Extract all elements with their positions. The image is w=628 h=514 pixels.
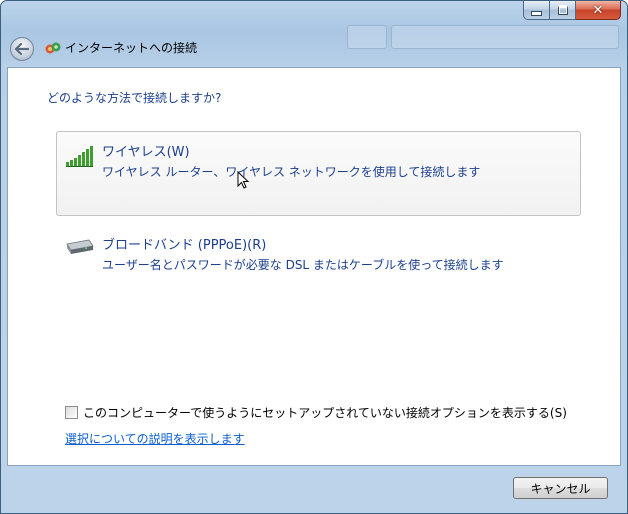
background-window-artifact xyxy=(391,25,619,49)
window-title: インターネットへの接続 xyxy=(65,41,198,55)
checkbox-label: このコンピューターで使うようにセットアップされていない接続オプションを表示する(… xyxy=(83,406,567,420)
maximize-button[interactable] xyxy=(550,1,576,20)
maximize-icon xyxy=(557,5,568,15)
minimize-icon xyxy=(531,10,542,16)
help-link[interactable]: 選択についての説明を表示します xyxy=(65,430,245,447)
back-button[interactable] xyxy=(10,37,34,61)
close-icon: ✕ xyxy=(592,2,604,18)
option-title: ワイヤレス(W) xyxy=(102,145,190,160)
network-connection-icon xyxy=(45,42,61,54)
option-wireless[interactable]: ワイヤレス(W) ワイヤレス ルーター、ワイヤレス ネットワークを使用して接続し… xyxy=(56,131,581,216)
option-description: ユーザー名とパスワードが必要な DSL またはケーブルを使って接続します xyxy=(102,258,504,272)
option-description: ワイヤレス ルーター、ワイヤレス ネットワークを使用して接続します xyxy=(102,165,481,179)
back-arrow-icon xyxy=(15,43,29,55)
caption-buttons: ✕ xyxy=(523,1,621,21)
show-options-checkbox[interactable] xyxy=(65,406,78,419)
wireless-signal-icon xyxy=(66,146,93,167)
close-button[interactable]: ✕ xyxy=(576,1,621,20)
option-broadband[interactable]: ブロードバンド (PPPoE)(R) ユーザー名とパスワードが必要な DSL ま… xyxy=(56,224,581,309)
minimize-button[interactable] xyxy=(523,1,550,20)
dialog-window: ✕ インターネットへの接続 どのような方法で接続しますか? ワイヤレス(W) ワ… xyxy=(0,0,628,514)
content-panel: どのような方法で接続しますか? ワイヤレス(W) ワイヤレス ルーター、ワイヤレ… xyxy=(7,67,621,466)
background-window-artifact xyxy=(347,25,387,49)
cancel-button[interactable]: キャンセル xyxy=(513,477,608,499)
mouse-cursor-icon xyxy=(237,171,250,189)
page-question: どのような方法で接続しますか? xyxy=(47,91,222,105)
option-title: ブロードバンド (PPPoE)(R) xyxy=(102,238,267,253)
broadband-modem-icon xyxy=(66,239,94,254)
show-options-checkbox-row[interactable]: このコンピューターで使うようにセットアップされていない接続オプションを表示する(… xyxy=(65,404,567,421)
